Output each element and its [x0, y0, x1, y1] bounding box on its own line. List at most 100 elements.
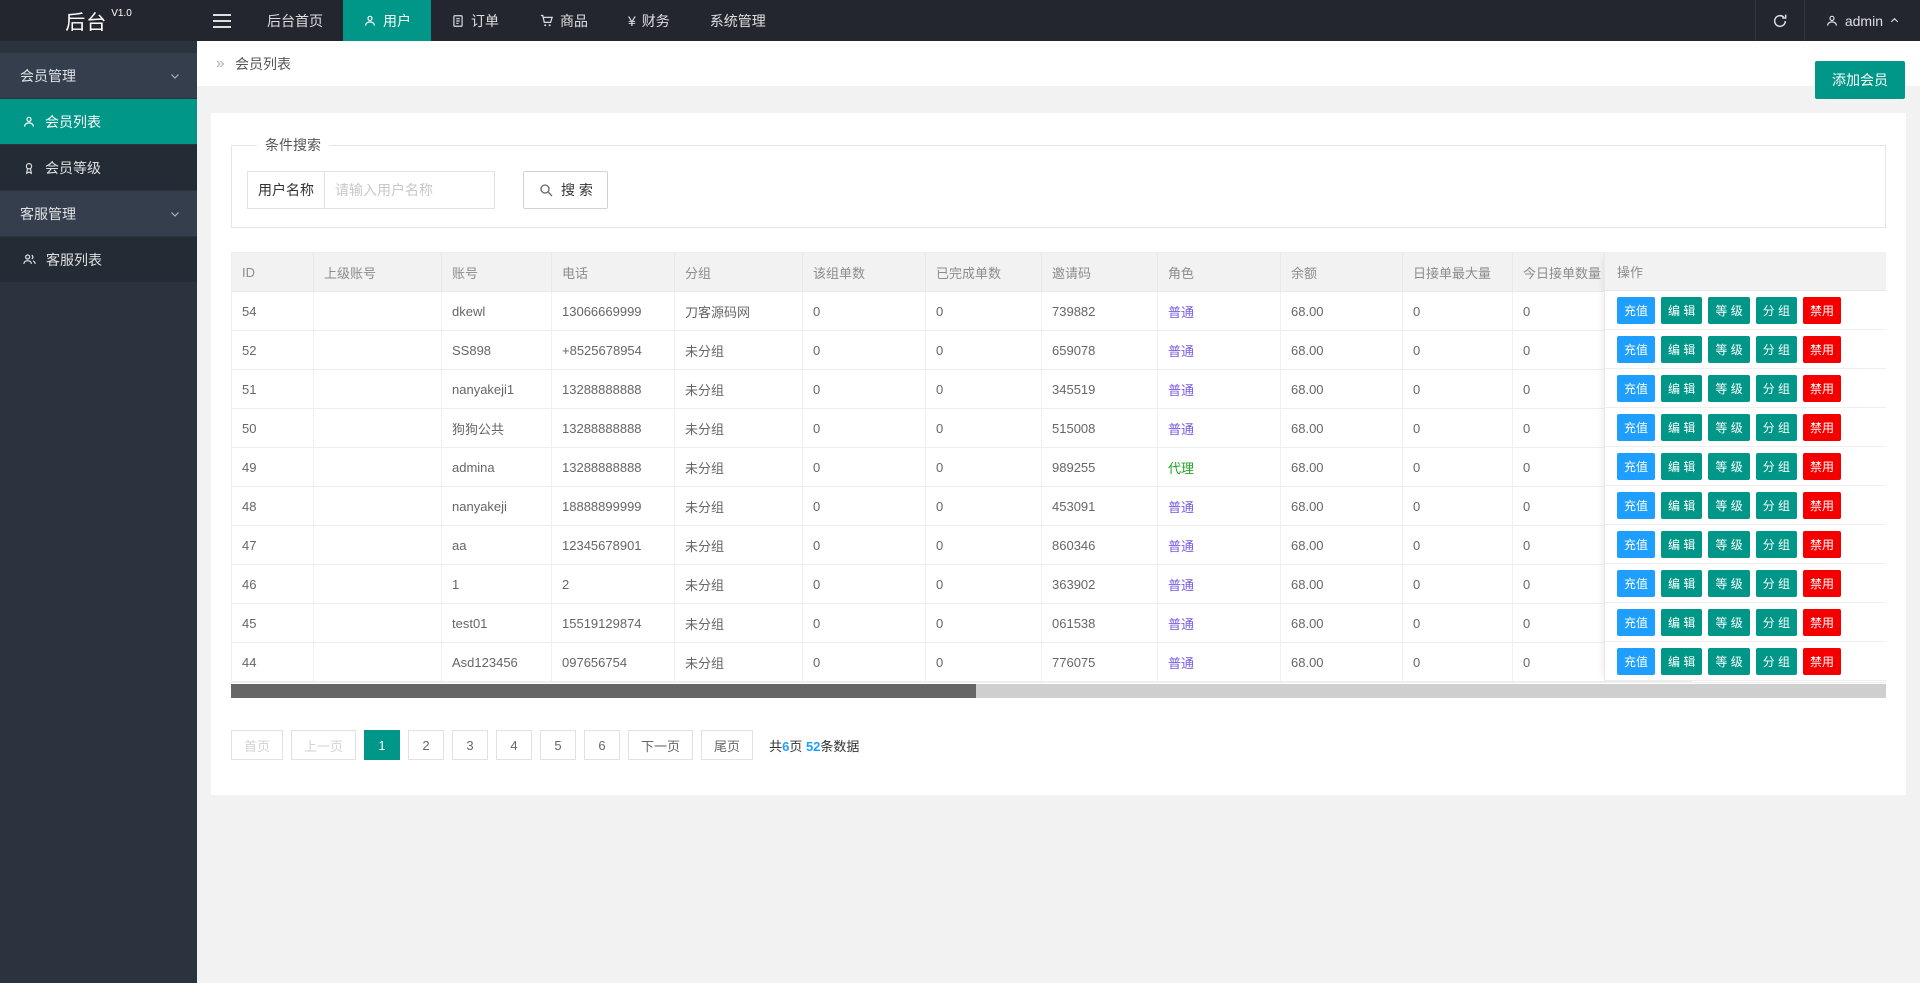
nav-item-4[interactable]: ¥ 财务 — [608, 0, 690, 41]
sidebar-item-0-1[interactable]: 会员等级 — [0, 145, 197, 190]
nav-menu: 后台首页 用户 订单 商品 ¥ 财务 系统管理 — [197, 0, 1755, 41]
group-button[interactable]: 分 组 — [1756, 648, 1797, 675]
recharge-button[interactable]: 充值 — [1617, 492, 1655, 519]
horizontal-scrollbar-thumb[interactable] — [231, 684, 976, 698]
pagination-page-button[interactable]: 1 — [364, 730, 400, 760]
add-member-button[interactable]: 添加会员 — [1815, 61, 1905, 99]
sidebar-item-1-0[interactable]: 客服列表 — [0, 237, 197, 282]
edit-button[interactable]: 编 辑 — [1661, 531, 1702, 558]
user-icon — [22, 115, 36, 129]
group-button[interactable]: 分 组 — [1756, 609, 1797, 636]
sidebar-group-header[interactable]: 客服管理 — [0, 191, 197, 236]
user-icon — [363, 14, 377, 28]
level-button[interactable]: 等 级 — [1708, 648, 1749, 675]
disable-button[interactable]: 禁用 — [1803, 336, 1841, 363]
col-account: 账号 — [442, 253, 552, 292]
sidebar-group-label: 客服管理 — [20, 204, 76, 224]
level-button[interactable]: 等 级 — [1708, 297, 1749, 324]
search-button[interactable]: 搜 索 — [523, 171, 608, 209]
cell-balance: 68.00 — [1281, 370, 1403, 409]
edit-button[interactable]: 编 辑 — [1661, 414, 1702, 441]
group-button[interactable]: 分 组 — [1756, 531, 1797, 558]
group-button[interactable]: 分 组 — [1756, 414, 1797, 441]
level-button[interactable]: 等 级 — [1708, 336, 1749, 363]
pagination-page-button[interactable]: 6 — [584, 730, 620, 760]
nav-item-3[interactable]: 商品 — [519, 0, 608, 41]
recharge-button[interactable]: 充值 — [1617, 453, 1655, 480]
group-button[interactable]: 分 组 — [1756, 492, 1797, 519]
operation-row: 充值 编 辑 等 级 分 组 禁用 — [1605, 486, 1886, 525]
edit-button[interactable]: 编 辑 — [1661, 648, 1702, 675]
group-button[interactable]: 分 组 — [1756, 297, 1797, 324]
level-button[interactable]: 等 级 — [1708, 609, 1749, 636]
edit-button[interactable]: 编 辑 — [1661, 492, 1702, 519]
group-button[interactable]: 分 组 — [1756, 375, 1797, 402]
cell-daily-max: 0 — [1403, 604, 1513, 643]
cell-completed-orders: 0 — [926, 331, 1042, 370]
disable-button[interactable]: 禁用 — [1803, 570, 1841, 597]
recharge-button[interactable]: 充值 — [1617, 375, 1655, 402]
refresh-button[interactable] — [1755, 0, 1804, 41]
recharge-button[interactable]: 充值 — [1617, 414, 1655, 441]
search-icon — [538, 182, 554, 198]
edit-button[interactable]: 编 辑 — [1661, 609, 1702, 636]
pagination-last-button[interactable]: 尾页 — [701, 730, 753, 760]
pagination-page-button[interactable]: 5 — [540, 730, 576, 760]
disable-button[interactable]: 禁用 — [1803, 609, 1841, 636]
cell-phone: 13288888888 — [552, 448, 675, 487]
sidebar-group-header[interactable]: 会员管理 — [0, 53, 197, 98]
group-button[interactable]: 分 组 — [1756, 570, 1797, 597]
pagination-next-button[interactable]: 下一页 — [628, 730, 693, 760]
cell-id: 50 — [232, 409, 314, 448]
disable-button[interactable]: 禁用 — [1803, 375, 1841, 402]
group-button[interactable]: 分 组 — [1756, 453, 1797, 480]
user-menu[interactable]: admin — [1804, 0, 1920, 41]
edit-button[interactable]: 编 辑 — [1661, 297, 1702, 324]
group-button[interactable]: 分 组 — [1756, 336, 1797, 363]
pagination-page-button[interactable]: 2 — [408, 730, 444, 760]
collapse-menu-button[interactable] — [197, 0, 247, 41]
nav-item-2[interactable]: 订单 — [431, 0, 519, 41]
recharge-button[interactable]: 充值 — [1617, 297, 1655, 324]
recharge-button[interactable]: 充值 — [1617, 336, 1655, 363]
level-button[interactable]: 等 级 — [1708, 531, 1749, 558]
cell-invite-code: 739882 — [1042, 292, 1158, 331]
level-button[interactable]: 等 级 — [1708, 414, 1749, 441]
pagination-first-button[interactable]: 首页 — [231, 730, 283, 760]
edit-button[interactable]: 编 辑 — [1661, 453, 1702, 480]
username-search-input[interactable] — [325, 171, 495, 209]
pagination-prev-button[interactable]: 上一页 — [291, 730, 356, 760]
cell-phone: 097656754 — [552, 643, 675, 682]
nav-item-5[interactable]: 系统管理 — [690, 0, 786, 41]
disable-button[interactable]: 禁用 — [1803, 492, 1841, 519]
cell-id: 49 — [232, 448, 314, 487]
users-icon — [22, 252, 37, 267]
pagination-page-button[interactable]: 4 — [496, 730, 532, 760]
level-button[interactable]: 等 级 — [1708, 453, 1749, 480]
disable-button[interactable]: 禁用 — [1803, 648, 1841, 675]
disable-button[interactable]: 禁用 — [1803, 297, 1841, 324]
horizontal-scrollbar[interactable] — [231, 684, 1886, 698]
disable-button[interactable]: 禁用 — [1803, 453, 1841, 480]
recharge-button[interactable]: 充值 — [1617, 570, 1655, 597]
recharge-button[interactable]: 充值 — [1617, 609, 1655, 636]
edit-button[interactable]: 编 辑 — [1661, 375, 1702, 402]
edit-button[interactable]: 编 辑 — [1661, 570, 1702, 597]
table-row: 52 SS898 +8525678954 未分组 0 0 659078 普通 6… — [232, 331, 1692, 370]
table-row: 46 1 2 未分组 0 0 363902 普通 68.00 0 0 — [232, 565, 1692, 604]
member-table: ID 上级账号 账号 电话 分组 该组单数 已完成单数 邀请码 角色 余额 日接… — [232, 253, 1692, 682]
nav-item-1[interactable]: 用户 — [343, 0, 431, 41]
sidebar-item-0-0[interactable]: 会员列表 — [0, 99, 197, 144]
cell-invite-code: 776075 — [1042, 643, 1158, 682]
level-button[interactable]: 等 级 — [1708, 375, 1749, 402]
nav-item-0[interactable]: 后台首页 — [247, 0, 343, 41]
chevron-down-icon — [169, 70, 181, 82]
level-button[interactable]: 等 级 — [1708, 492, 1749, 519]
pagination-page-button[interactable]: 3 — [452, 730, 488, 760]
recharge-button[interactable]: 充值 — [1617, 648, 1655, 675]
edit-button[interactable]: 编 辑 — [1661, 336, 1702, 363]
disable-button[interactable]: 禁用 — [1803, 531, 1841, 558]
disable-button[interactable]: 禁用 — [1803, 414, 1841, 441]
recharge-button[interactable]: 充值 — [1617, 531, 1655, 558]
level-button[interactable]: 等 级 — [1708, 570, 1749, 597]
